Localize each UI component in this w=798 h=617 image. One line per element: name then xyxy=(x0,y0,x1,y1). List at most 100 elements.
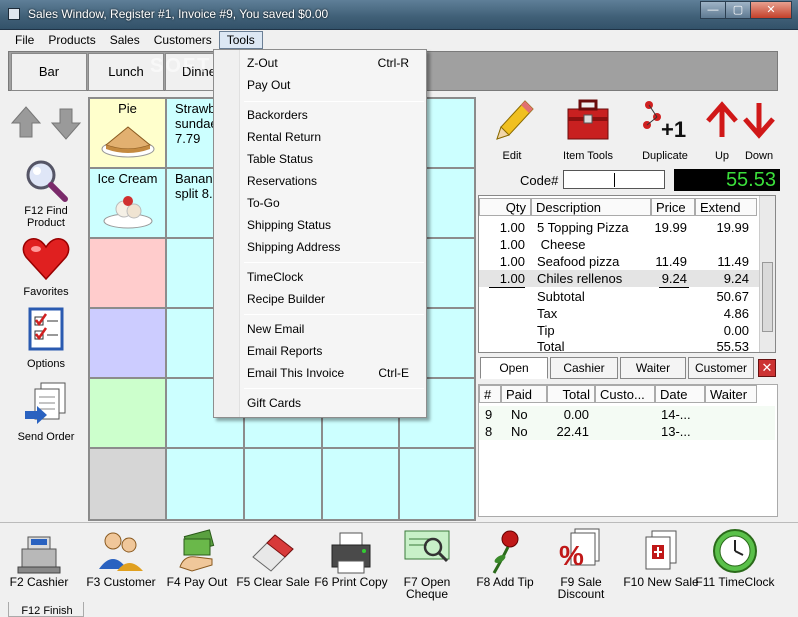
tax-label: Tax xyxy=(537,306,558,321)
discount-percent-icon: % xyxy=(559,528,600,571)
menu-customers[interactable]: Customers xyxy=(147,31,219,49)
tab-waiter[interactable]: Waiter xyxy=(620,357,686,379)
product-empty[interactable] xyxy=(166,448,244,520)
menu-item-rental-return[interactable]: Rental Return xyxy=(247,127,423,147)
maximize-button[interactable]: ▢ xyxy=(725,1,751,19)
product-ice-cream[interactable]: Ice Cream xyxy=(89,168,166,238)
invoice-row[interactable]: 1.00 Cheese xyxy=(479,236,761,253)
menu-item-to-go[interactable]: To-Go xyxy=(247,193,423,213)
product-empty[interactable] xyxy=(322,448,399,520)
f6-print-copy-button[interactable]: F6 Print Copy xyxy=(312,523,390,603)
f10-new-sale-button[interactable]: F10 New Sale xyxy=(622,523,700,603)
move-up-tool[interactable]: Up xyxy=(704,95,740,165)
orders-list[interactable]: # Paid Total Custo... Date Waiter 9 No 0… xyxy=(478,384,778,517)
col-waiter[interactable]: Waiter xyxy=(705,385,757,403)
f8-add-tip-button[interactable]: F8 Add Tip xyxy=(466,523,544,603)
menu-item-email-reports[interactable]: Email Reports xyxy=(247,341,423,361)
edit-tool[interactable]: Edit xyxy=(482,95,542,165)
f11-timeclock-button[interactable]: F11 TimeClock xyxy=(695,523,775,603)
close-tab-icon[interactable]: ✕ xyxy=(758,359,776,377)
menu-item-gift-cards[interactable]: Gift Cards xyxy=(247,393,423,413)
order-row[interactable]: 9 No 0.00 14-... xyxy=(479,406,775,423)
menu-item-email-this-invoice[interactable]: Email This Invoice Ctrl-E xyxy=(247,363,423,383)
send-order-tool[interactable]: Send Order xyxy=(8,381,84,445)
menu-item-z-out[interactable]: Z-Out Ctrl-R xyxy=(247,53,423,73)
find-product-tool[interactable]: F12 Find Product xyxy=(8,157,84,229)
product-label: Pie xyxy=(118,101,137,116)
row-extend: 9.24 xyxy=(723,271,749,286)
f2-cashier-button[interactable]: F2 Cashier xyxy=(0,523,78,603)
title-bar: Sales Window, Register #1, Invoice #9, Y… xyxy=(0,0,798,30)
category-bar-button[interactable]: Bar xyxy=(11,53,87,91)
menu-item-shipping-address[interactable]: Shipping Address xyxy=(247,237,423,257)
favorites-tool[interactable]: Favorites xyxy=(8,235,84,299)
customers-icon xyxy=(99,532,143,571)
row-description: Cheese xyxy=(537,237,586,252)
col-date[interactable]: Date xyxy=(655,385,705,403)
f3-customer-button[interactable]: F3 Customer xyxy=(82,523,160,603)
f4-payout-button[interactable]: F4 Pay Out xyxy=(158,523,236,603)
product-empty-gray[interactable] xyxy=(89,448,166,520)
menu-item-timeclock[interactable]: TimeClock xyxy=(247,267,423,287)
row-extend: 11.49 xyxy=(717,254,749,269)
col-price[interactable]: Price xyxy=(651,198,695,216)
f7-open-cheque-button[interactable]: F7 Open Cheque xyxy=(388,523,466,603)
category-lunch-button[interactable]: Lunch xyxy=(88,53,164,91)
col-description[interactable]: Description xyxy=(531,198,651,216)
favorites-label: Favorites xyxy=(23,286,69,298)
menu-sales[interactable]: Sales xyxy=(103,31,147,49)
col-paid[interactable]: Paid xyxy=(501,385,547,403)
tab-cashier[interactable]: Cashier xyxy=(550,357,618,379)
f5-clear-sale-button[interactable]: F5 Clear Sale xyxy=(234,523,312,603)
product-empty[interactable] xyxy=(244,448,322,520)
arrow-up-down-icons[interactable] xyxy=(8,105,84,141)
menu-item-pay-out[interactable]: Pay Out xyxy=(247,75,423,95)
options-tool[interactable]: Options xyxy=(8,307,84,371)
minimize-button[interactable]: — xyxy=(700,1,726,19)
invoice-row[interactable]: 1.00 5 Topping Pizza 19.99 19.99 xyxy=(479,219,761,236)
invoice-row[interactable]: 1.00 Seafood pizza 11.49 11.49 xyxy=(479,253,761,270)
item-tools-tool[interactable]: Item Tools xyxy=(556,95,620,165)
menu-file[interactable]: File xyxy=(8,31,41,49)
product-empty-green[interactable] xyxy=(89,378,166,448)
menu-item-shipping-status[interactable]: Shipping Status xyxy=(247,215,423,235)
invoice-row-selected[interactable]: 1.00 Chiles rellenos 9.24 9.24 xyxy=(479,270,761,287)
duplicate-tool[interactable]: +1 Duplicate xyxy=(634,95,696,165)
tab-customer[interactable]: Customer xyxy=(688,357,754,379)
menu-item-backorders[interactable]: Backorders xyxy=(247,105,423,125)
row-qty: 1.00 xyxy=(499,220,525,235)
menu-item-recipe-builder[interactable]: Recipe Builder xyxy=(247,289,423,309)
col-total[interactable]: Total xyxy=(547,385,595,403)
order-row[interactable]: 8 No 22.41 13-... xyxy=(479,423,775,440)
menu-item-new-email[interactable]: New Email xyxy=(247,319,423,339)
product-empty[interactable] xyxy=(399,448,475,520)
invoice-list[interactable]: Qty Description Price Extend 1.00 5 Topp… xyxy=(478,195,776,354)
col-customer[interactable]: Custo... xyxy=(595,385,655,403)
invoice-scrollbar[interactable] xyxy=(759,196,775,352)
product-empty-lavender[interactable] xyxy=(89,308,166,378)
row-description: Chiles rellenos xyxy=(537,271,623,286)
col-qty[interactable]: Qty xyxy=(479,198,531,216)
col-extend[interactable]: Extend xyxy=(695,198,757,216)
menu-tools[interactable]: Tools xyxy=(218,30,263,49)
row-description: 5 Topping Pizza xyxy=(537,220,629,235)
order-paid: No xyxy=(511,424,528,439)
tab-open[interactable]: Open xyxy=(480,357,548,379)
nav-arrows xyxy=(8,105,84,145)
scrollbar-thumb[interactable] xyxy=(762,262,773,332)
up-label: Up xyxy=(714,150,730,162)
menu-item-table-status[interactable]: Table Status xyxy=(247,149,423,169)
product-empty-pink[interactable] xyxy=(89,238,166,308)
options-label: Options xyxy=(27,358,65,370)
move-down-tool[interactable]: Down xyxy=(740,95,778,165)
code-input[interactable] xyxy=(563,170,665,189)
f9-sale-discount-button[interactable]: % F9 Sale Discount xyxy=(542,523,620,603)
menu-products[interactable]: Products xyxy=(41,31,102,49)
product-pie[interactable]: Pie xyxy=(89,98,166,168)
close-button[interactable]: ✕ xyxy=(750,1,792,19)
col-number[interactable]: # xyxy=(479,385,501,403)
menu-item-reservations[interactable]: Reservations xyxy=(247,171,423,191)
duplicate-plus-one-icon: +1 xyxy=(643,101,686,142)
orders-panel: Open Cashier Waiter Customer ✕ # Paid To… xyxy=(478,357,778,517)
duplicate-label: Duplicate xyxy=(642,150,688,162)
